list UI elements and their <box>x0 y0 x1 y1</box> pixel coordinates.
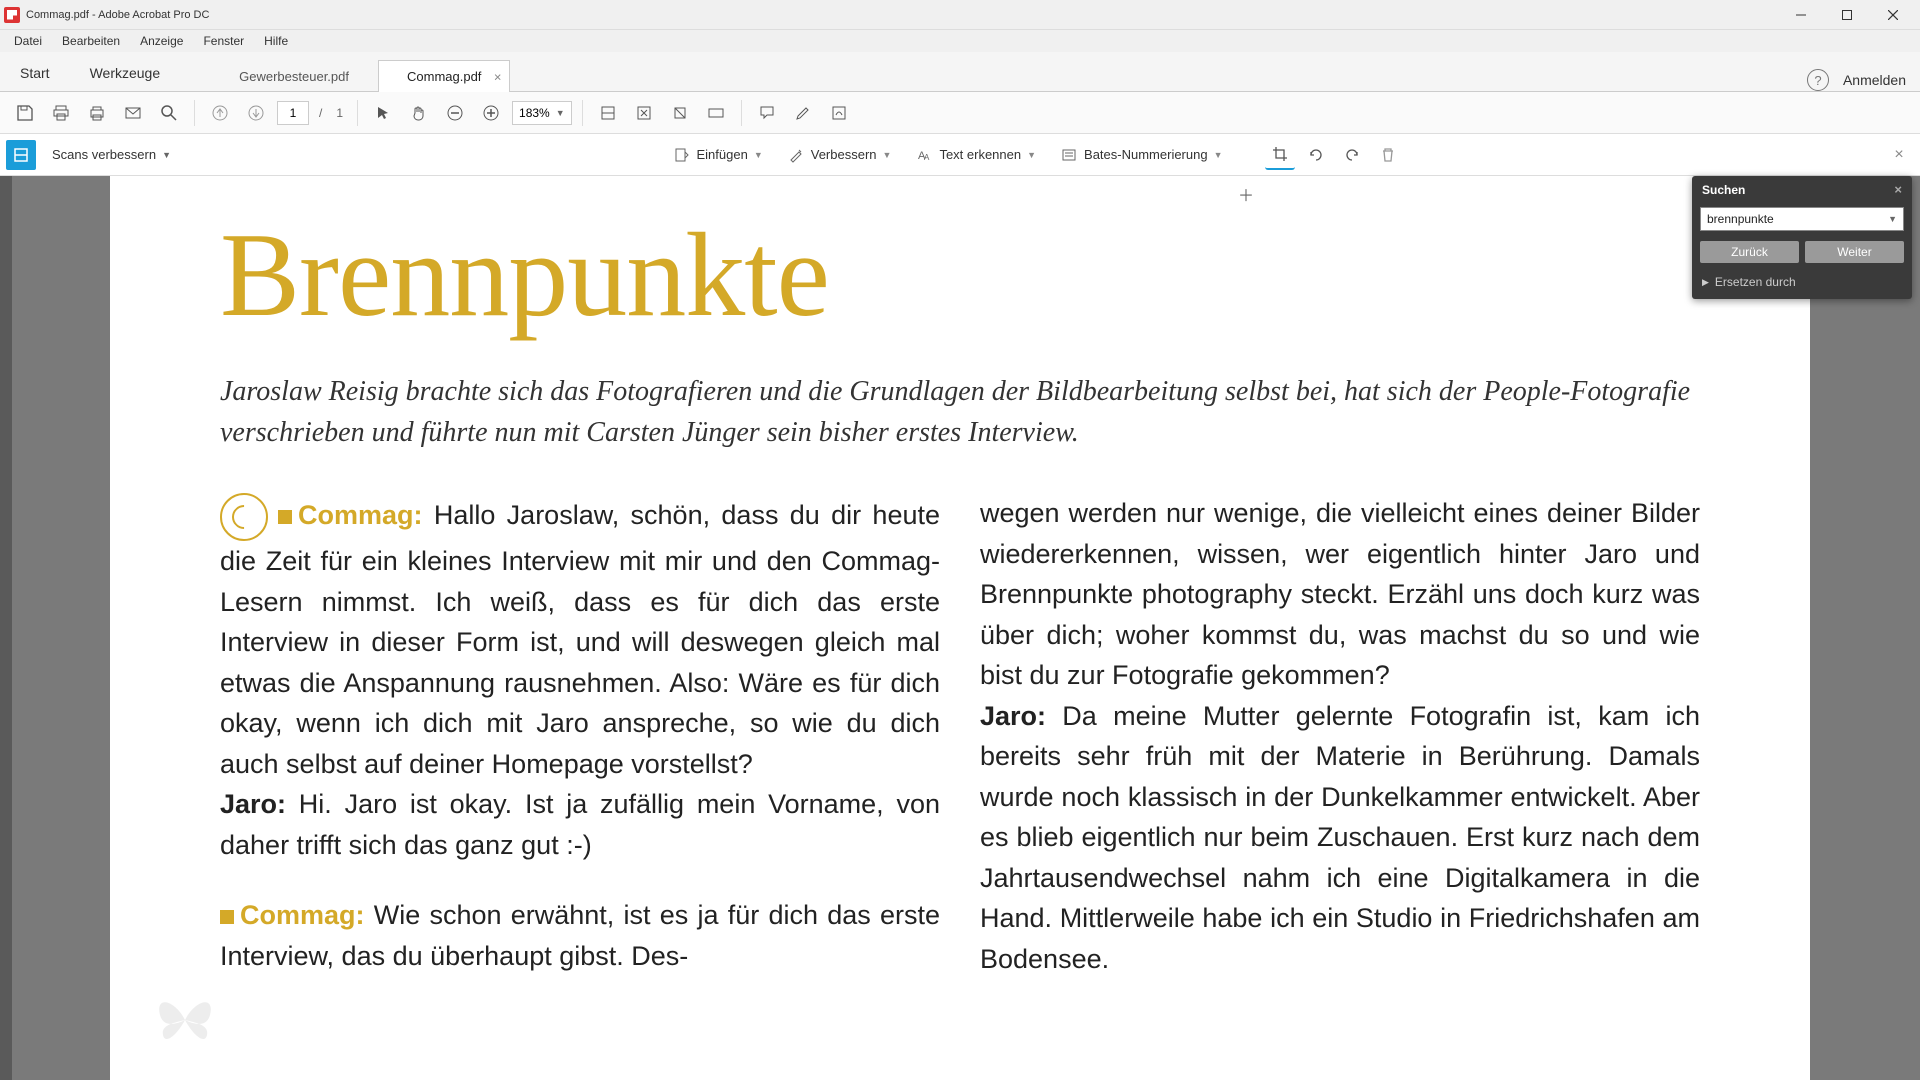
speaker-tag: Commag: <box>298 500 423 530</box>
search-panel-title: Suchen <box>1702 183 1745 197</box>
scan-tool-icon[interactable] <box>6 140 36 170</box>
menu-file[interactable]: Datei <box>4 34 52 48</box>
enhance-dropdown[interactable]: Verbessern▼ <box>777 142 902 168</box>
sign-icon[interactable] <box>824 98 854 128</box>
main-toolbar: / 1 183%▼ <box>0 92 1920 134</box>
tabbar: Start Werkzeuge Gewerbesteuer.pdf Commag… <box>0 52 1920 92</box>
save-icon[interactable] <box>10 98 40 128</box>
watermark-icon <box>150 990 220 1050</box>
bates-dropdown[interactable]: Bates-Nummerierung▼ <box>1050 142 1232 168</box>
doctab-gewerbesteuer[interactable]: Gewerbesteuer.pdf <box>210 60 378 92</box>
menu-help[interactable]: Hilfe <box>254 34 298 48</box>
rotate-cw-icon[interactable] <box>1337 140 1367 170</box>
window-title: Commag.pdf - Adobe Acrobat Pro DC <box>26 9 209 21</box>
minimize-button[interactable] <box>1778 0 1824 30</box>
search-next-button[interactable]: Weiter <box>1805 241 1904 263</box>
rotate-icon[interactable] <box>665 98 695 128</box>
insert-icon <box>673 146 691 164</box>
rotate-ccw-icon[interactable] <box>1301 140 1331 170</box>
chevron-right-icon: ▶ <box>1702 277 1709 288</box>
pointer-icon[interactable] <box>368 98 398 128</box>
enhance-icon <box>787 146 805 164</box>
doc-heading: Brennpunkte <box>220 206 1750 344</box>
column-right: wegen werden nur wenige, die vielleicht … <box>980 493 1700 979</box>
chevron-down-icon: ▼ <box>556 108 565 118</box>
bates-icon <box>1060 146 1078 164</box>
mail-icon[interactable] <box>118 98 148 128</box>
fit-width-icon[interactable] <box>593 98 623 128</box>
page-number-input[interactable] <box>277 101 309 125</box>
chevron-down-icon: ▼ <box>754 150 763 160</box>
text-icon: AA <box>915 146 933 164</box>
page-total: 1 <box>336 106 343 120</box>
chevron-down-icon: ▼ <box>1214 150 1223 160</box>
speaker-tag: Jaro: <box>980 701 1046 731</box>
chevron-down-icon: ▼ <box>883 150 892 160</box>
maximize-button[interactable] <box>1824 0 1870 30</box>
search-input[interactable]: brennpunkte▼ <box>1700 207 1904 231</box>
tab-start[interactable]: Start <box>0 55 70 91</box>
circle-icon <box>220 493 268 541</box>
help-icon[interactable]: ? <box>1807 69 1829 91</box>
comment-icon[interactable] <box>752 98 782 128</box>
workspace: Brennpunkte Jaroslaw Reisig brachte sich… <box>0 176 1920 1080</box>
highlight-icon[interactable] <box>788 98 818 128</box>
bullet-icon <box>278 510 292 524</box>
zoom-select[interactable]: 183%▼ <box>512 101 572 125</box>
side-gutter <box>0 176 12 1080</box>
insert-dropdown[interactable]: Einfügen▼ <box>663 142 773 168</box>
trash-icon[interactable] <box>1373 140 1403 170</box>
menu-view[interactable]: Anzeige <box>130 34 193 48</box>
search-back-button[interactable]: Zurück <box>1700 241 1799 263</box>
view-icon[interactable] <box>701 98 731 128</box>
replace-toggle[interactable]: ▶Ersetzen durch <box>1692 269 1912 299</box>
menu-window[interactable]: Fenster <box>193 34 254 48</box>
column-left: Commag: Hallo Jaroslaw, schön, dass du d… <box>220 493 940 979</box>
titlebar: Commag.pdf - Adobe Acrobat Pro DC <box>0 0 1920 30</box>
search-icon[interactable] <box>154 98 184 128</box>
chevron-down-icon: ▼ <box>1027 150 1036 160</box>
print-icon[interactable] <box>46 98 76 128</box>
printer-icon[interactable] <box>82 98 112 128</box>
scans-dropdown[interactable]: Scans verbessern▼ <box>42 147 181 162</box>
prev-page-icon[interactable] <box>205 98 235 128</box>
zoom-in-icon[interactable] <box>476 98 506 128</box>
signin-link[interactable]: Anmelden <box>1843 72 1906 88</box>
app-icon <box>4 7 20 23</box>
close-subbar-icon[interactable]: × <box>1884 140 1914 170</box>
chevron-down-icon: ▼ <box>162 150 171 160</box>
hand-icon[interactable] <box>404 98 434 128</box>
tab-tools[interactable]: Werkzeuge <box>70 55 181 91</box>
next-page-icon[interactable] <box>241 98 271 128</box>
fit-page-icon[interactable] <box>629 98 659 128</box>
crop-icon[interactable] <box>1265 140 1295 170</box>
chevron-down-icon: ▼ <box>1888 214 1897 224</box>
menu-edit[interactable]: Bearbeiten <box>52 34 130 48</box>
document-page: Brennpunkte Jaroslaw Reisig brachte sich… <box>110 176 1810 1080</box>
close-tab-icon[interactable]: × <box>494 69 502 84</box>
close-search-icon[interactable]: × <box>1894 182 1902 197</box>
menubar: Datei Bearbeiten Anzeige Fenster Hilfe <box>0 30 1920 52</box>
scan-toolbar: Scans verbessern▼ Einfügen▼ Verbessern▼ … <box>0 134 1920 176</box>
ocr-dropdown[interactable]: AAText erkennen▼ <box>905 142 1046 168</box>
crop-cursor-icon: ＋ <box>1238 182 1254 206</box>
speaker-tag: Jaro: <box>220 789 286 819</box>
speaker-tag: Commag: <box>240 900 365 930</box>
doctab-commag[interactable]: Commag.pdf× <box>378 60 510 92</box>
search-panel: Suchen × brennpunkte▼ Zurück Weiter ▶Erse… <box>1692 176 1912 299</box>
zoom-out-icon[interactable] <box>440 98 470 128</box>
bullet-icon <box>220 910 234 924</box>
close-button[interactable] <box>1870 0 1916 30</box>
doc-lead: Jaroslaw Reisig brachte sich das Fotogra… <box>220 372 1700 453</box>
svg-text:A: A <box>924 153 930 162</box>
page-separator: / <box>319 106 322 120</box>
